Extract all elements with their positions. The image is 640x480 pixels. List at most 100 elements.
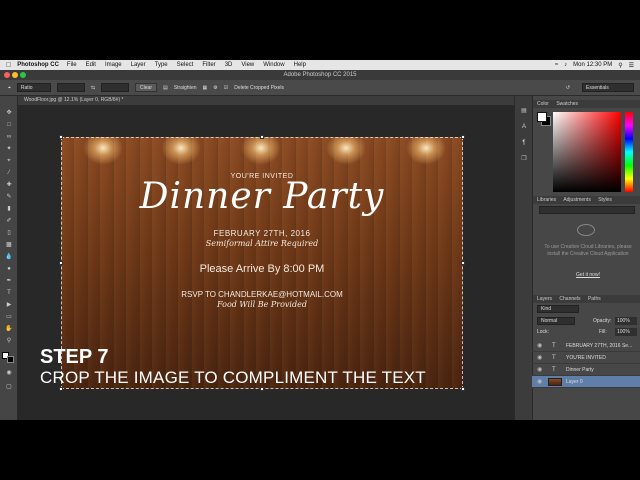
gear-icon[interactable]: ⚙ bbox=[213, 85, 217, 91]
menu-layer[interactable]: Layer bbox=[131, 62, 146, 68]
eraser-tool-icon[interactable]: ▯ bbox=[5, 230, 13, 236]
swap-icon[interactable]: ⇆ bbox=[91, 85, 95, 91]
menu-window[interactable]: Window bbox=[263, 62, 284, 68]
tab-libraries[interactable]: Libraries bbox=[537, 197, 556, 203]
list-icon[interactable]: ☰ bbox=[629, 62, 634, 69]
document-tab[interactable]: WoodFloor.jpg @ 12.1% (Layer 0, RGB/8#) … bbox=[18, 96, 514, 105]
menu-clock[interactable]: Mon 12:30 PM bbox=[573, 62, 612, 68]
menu-select[interactable]: Select bbox=[177, 62, 194, 68]
delete-cropped-checkbox[interactable]: ☑ bbox=[224, 85, 228, 91]
color-panel-foreground-swatch[interactable] bbox=[537, 112, 547, 122]
healing-tool-icon[interactable]: ✚ bbox=[5, 182, 13, 188]
layer-kind-filter[interactable]: Kind bbox=[537, 305, 579, 313]
background-color-swatch[interactable] bbox=[7, 356, 14, 363]
menu-3d[interactable]: 3D bbox=[225, 62, 233, 68]
crop-tool-icon[interactable]: ⌖ bbox=[5, 158, 13, 164]
step-caption: CROP THE IMAGE TO COMPLIMENT THE TEXT bbox=[40, 368, 426, 387]
tab-styles[interactable]: Styles bbox=[598, 197, 612, 203]
crop-handle-left[interactable] bbox=[59, 261, 63, 265]
layer-thumbnail bbox=[548, 378, 562, 386]
menu-edit[interactable]: Edit bbox=[86, 62, 96, 68]
tab-color[interactable]: Color bbox=[537, 101, 549, 107]
menu-file[interactable]: File bbox=[67, 62, 77, 68]
tab-paths[interactable]: Paths bbox=[588, 296, 601, 302]
layer-row[interactable]: ◉ T Dinner Party bbox=[532, 364, 640, 376]
tab-swatches[interactable]: Swatches bbox=[556, 101, 578, 107]
tab-adjustments[interactable]: Adjustments bbox=[563, 197, 591, 203]
layer-name: YOU'RE INVITED bbox=[566, 355, 606, 361]
eyedropper-tool-icon[interactable]: ⁄ bbox=[5, 170, 13, 176]
layer-row-selected[interactable]: ◉ Layer 0 bbox=[532, 376, 640, 388]
zoom-window-icon[interactable] bbox=[20, 72, 26, 78]
lasso-tool-icon[interactable]: ∞ bbox=[5, 134, 13, 140]
straighten-label[interactable]: Straighten bbox=[174, 85, 197, 91]
brush-tool-icon[interactable]: ✎ bbox=[5, 194, 13, 200]
volume-icon[interactable]: ♪ bbox=[564, 62, 567, 68]
paragraph-icon[interactable]: ¶ bbox=[520, 140, 528, 146]
shape-tool-icon[interactable]: ▭ bbox=[5, 314, 13, 320]
crop-frame[interactable] bbox=[59, 135, 465, 391]
minimize-window-icon[interactable] bbox=[12, 72, 18, 78]
clear-button[interactable]: Clear bbox=[135, 83, 157, 92]
history-icon[interactable]: ▤ bbox=[520, 108, 528, 114]
opacity-label: Opacity: bbox=[593, 318, 612, 324]
type-tool-icon[interactable]: T bbox=[5, 290, 13, 296]
workspace-dropdown[interactable]: Essentials bbox=[582, 83, 634, 92]
apple-icon[interactable]:  bbox=[6, 62, 11, 69]
visibility-eye-icon[interactable]: ◉ bbox=[537, 340, 542, 352]
menu-image[interactable]: Image bbox=[105, 62, 122, 68]
fill-input[interactable]: 100% bbox=[615, 328, 637, 336]
menu-view[interactable]: View bbox=[241, 62, 254, 68]
hue-slider[interactable] bbox=[625, 112, 633, 192]
blend-mode-dropdown[interactable]: Normal bbox=[537, 317, 575, 325]
tab-layers[interactable]: Layers bbox=[537, 296, 552, 302]
move-tool-icon[interactable]: ✥ bbox=[5, 110, 13, 116]
tab-channels[interactable]: Channels bbox=[559, 296, 580, 302]
straighten-icon[interactable]: ▤ bbox=[163, 85, 168, 91]
menu-help[interactable]: Help bbox=[294, 62, 306, 68]
crop-handle-right[interactable] bbox=[461, 261, 465, 265]
crop-handle-bottom-right[interactable] bbox=[461, 387, 465, 391]
pen-tool-icon[interactable]: ✒ bbox=[5, 278, 13, 284]
visibility-eye-icon[interactable]: ◉ bbox=[537, 364, 542, 376]
screen-mode-icon[interactable]: ▢ bbox=[5, 384, 13, 390]
path-select-tool-icon[interactable]: ▶ bbox=[5, 302, 13, 308]
visibility-eye-icon[interactable]: ◉ bbox=[537, 352, 542, 364]
layer-row[interactable]: ◉ T YOU'RE INVITED bbox=[532, 352, 640, 364]
layer-name: Dinner Party bbox=[566, 367, 594, 373]
get-it-now-link[interactable]: Get it now! bbox=[540, 272, 636, 278]
overlay-grid-icon[interactable]: ▦ bbox=[203, 85, 208, 91]
zoom-tool-icon[interactable]: ⚲ bbox=[5, 338, 13, 344]
menu-filter[interactable]: Filter bbox=[202, 62, 215, 68]
history-brush-tool-icon[interactable]: ✐ bbox=[5, 218, 13, 224]
quick-select-tool-icon[interactable]: ✦ bbox=[5, 146, 13, 152]
close-window-icon[interactable] bbox=[4, 72, 10, 78]
stamp-tool-icon[interactable]: ▮ bbox=[5, 206, 13, 212]
color-picker-field[interactable] bbox=[553, 112, 621, 192]
crop-handle-top-left[interactable] bbox=[59, 135, 63, 139]
gradient-tool-icon[interactable]: ▩ bbox=[5, 242, 13, 248]
character-icon[interactable]: A bbox=[520, 124, 528, 130]
visibility-eye-icon[interactable]: ◉ bbox=[537, 376, 542, 388]
quick-mask-icon[interactable]: ◉ bbox=[5, 370, 13, 376]
menu-type[interactable]: Type bbox=[155, 62, 168, 68]
crop-handle-top[interactable] bbox=[260, 135, 264, 139]
crop-handle-top-right[interactable] bbox=[461, 135, 465, 139]
ratio-dropdown[interactable]: Ratio bbox=[16, 83, 51, 92]
marquee-tool-icon[interactable]: □ bbox=[5, 122, 13, 128]
hand-tool-icon[interactable]: ✋ bbox=[5, 326, 13, 332]
ratio-width-input[interactable] bbox=[56, 83, 85, 92]
menu-app-name[interactable]: Photoshop CC bbox=[17, 62, 59, 68]
blur-tool-icon[interactable]: 💧 bbox=[5, 254, 13, 260]
wifi-icon[interactable]: ≈ bbox=[555, 62, 558, 68]
library-dropdown[interactable] bbox=[539, 206, 635, 214]
layer-row[interactable]: ◉ T FEBRUARY 27TH, 2016 Se... bbox=[532, 340, 640, 352]
layer-comps-icon[interactable]: ❐ bbox=[520, 156, 528, 162]
ratio-height-input[interactable] bbox=[101, 83, 130, 92]
dodge-tool-icon[interactable]: ● bbox=[5, 266, 13, 272]
reset-icon[interactable]: ↺ bbox=[566, 85, 570, 91]
crop-tool-icon[interactable]: ⌖ bbox=[8, 85, 11, 91]
delete-cropped-label[interactable]: Delete Cropped Pixels bbox=[234, 85, 284, 91]
search-icon[interactable]: ⚲ bbox=[618, 62, 622, 69]
opacity-input[interactable]: 100% bbox=[615, 317, 637, 325]
